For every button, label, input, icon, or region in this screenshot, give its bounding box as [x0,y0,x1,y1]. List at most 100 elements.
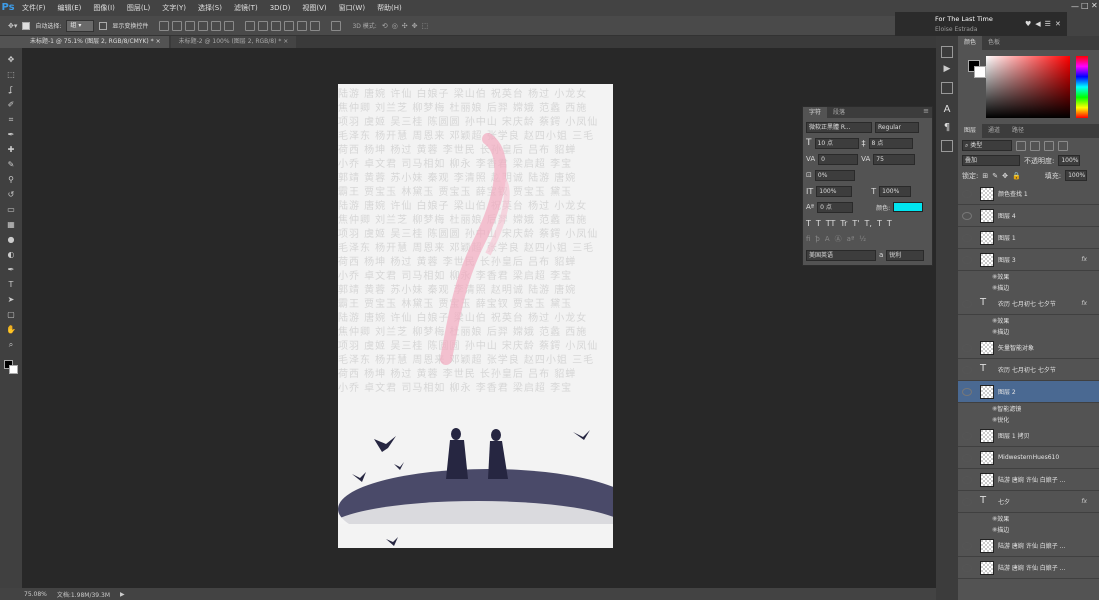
layer-row[interactable]: 陆游 唐婉 许仙 白娘子 ... [958,469,1099,491]
tab-color[interactable]: 颜色 [958,36,983,50]
layer-row[interactable]: T 农历 七月初七 七夕节 fx [958,293,1099,315]
transform-checkbox[interactable] [99,21,108,30]
lock-paint-icon[interactable]: ✎ [992,172,998,180]
fx-icon[interactable]: fx [1081,498,1087,505]
antialias-select[interactable]: 锐利 [886,249,925,261]
tab-character[interactable]: 字符 [803,107,828,118]
layer-row[interactable]: 图层 3 fx [958,249,1099,271]
layer-effect-item[interactable]: ◉ 描边 [958,524,1099,535]
layer-row[interactable]: MidwesternHues610 [958,447,1099,469]
vertical-scale-field[interactable]: 100% [816,185,853,197]
character-panel-icon[interactable]: A [941,104,953,116]
zoom-tool-icon[interactable]: ⌕ [4,338,18,352]
dodge-tool-icon[interactable]: ◐ [4,248,18,262]
opacity-field[interactable]: 100% [1058,155,1081,166]
close-player-icon[interactable]: ✕ [1055,20,1061,28]
text-style-button[interactable]: Tr [840,219,847,228]
distribute-bottom-icon[interactable] [271,20,282,31]
visibility-off-icon[interactable] [962,234,972,242]
align-hcenter-icon[interactable] [211,20,222,31]
history-icon[interactable] [941,46,953,58]
opentype-swash-icon[interactable]: A [825,235,830,243]
visibility-off-icon[interactable] [962,454,972,462]
drag3d-icon[interactable]: ✣ [402,22,408,30]
layer-effect-item[interactable]: ◉ 效果 [958,315,1099,326]
lock-pixels-icon[interactable]: ⊞ [982,172,988,180]
leading-field[interactable]: 8 点 [868,137,913,149]
menu-item[interactable]: 选择(S) [192,0,228,16]
layer-row[interactable]: T 农历 七月初七 七夕节 [958,359,1099,381]
layer-effect-item[interactable]: ◉ 锐化 [958,414,1099,425]
font-size-field[interactable]: 10 点 [814,137,859,149]
volume-icon[interactable]: ◀ [1035,20,1040,28]
align-vcenter-icon[interactable] [172,20,183,31]
tab-doc-1[interactable]: 未标题-1 @ 75.1% (图层 2, RGB/8/CMYK) * × [22,36,169,48]
distribute-hcenter-icon[interactable] [297,20,308,31]
menu-item[interactable]: 文件(F) [16,0,52,16]
layer-row[interactable]: 图层 1 拷贝 [958,425,1099,447]
slide3d-icon[interactable]: ✥ [412,22,418,30]
menu-item[interactable]: 滤镜(T) [228,0,264,16]
horizontal-scale-field[interactable]: 100% [879,185,912,197]
shape-tool-icon[interactable]: ▢ [4,308,18,322]
background-color-swatch[interactable] [974,66,986,78]
status-arrow-icon[interactable]: ▶ [120,591,125,598]
visibility-off-icon[interactable] [962,432,972,440]
auto-select-checkbox[interactable] [22,21,31,30]
actions-icon[interactable]: ▶ [941,64,953,76]
menu-item[interactable]: 帮助(H) [371,0,408,16]
distribute-top-icon[interactable] [245,20,256,31]
menu-item[interactable]: 窗口(W) [333,0,371,16]
tab-swatches[interactable]: 色板 [982,36,1006,50]
blur-tool-icon[interactable]: ● [4,233,18,247]
layer-row[interactable]: 颜色查找 1 [958,183,1099,205]
layer-effect-item[interactable]: ◉ 效果 [958,513,1099,524]
type-tool-icon[interactable]: T [4,278,18,292]
eraser-tool-icon[interactable]: ▭ [4,203,18,217]
fg-bg-swatch[interactable] [4,360,18,374]
layer-effect-item[interactable]: ◉ 智能滤镜 [958,403,1099,414]
visibility-off-icon[interactable] [962,190,972,198]
visibility-off-icon[interactable] [962,300,972,308]
filter-type-icon[interactable] [1044,140,1054,151]
doc-size[interactable]: 文档:1.98M/39.3M [57,590,110,599]
crop-tool-icon[interactable]: ⌗ [4,113,18,127]
lock-move-icon[interactable]: ✥ [1002,172,1008,180]
visibility-off-icon[interactable] [962,498,972,506]
tab-paths[interactable]: 路径 [1006,124,1030,138]
filter-shape-icon[interactable] [1058,140,1068,151]
scale3d-icon[interactable]: ⬚ [422,22,429,30]
adjust-icon[interactable] [941,82,953,94]
quick-select-tool-icon[interactable]: ✐ [4,98,18,112]
panel-menu-icon[interactable]: ≡ [920,107,932,118]
properties-icon[interactable] [941,140,953,152]
zoom-level[interactable]: 75.08% [24,591,47,598]
layer-row[interactable]: 陆游 唐婉 许仙 白娘子 ... [958,535,1099,557]
font-family-select[interactable]: 微软正黑體 R... [806,121,872,133]
text-style-button[interactable]: T' [852,219,859,228]
align-left-icon[interactable] [198,20,209,31]
visibility-off-icon[interactable] [962,542,972,550]
layer-row[interactable]: 矢量智能对象 [958,337,1099,359]
blend-mode-select[interactable]: 叠加 [962,155,1020,166]
fx-icon[interactable]: fx [1081,256,1087,263]
color-field[interactable] [986,56,1070,118]
move-tool-icon[interactable]: ✥▾ [8,22,17,30]
visibility-eye-icon[interactable] [962,388,972,396]
distribute-right-icon[interactable] [310,20,321,31]
language-select[interactable]: 美国英语 [806,249,876,261]
visibility-eye-icon[interactable] [962,212,972,220]
layer-effect-item[interactable]: ◉ 描边 [958,282,1099,293]
fx-icon[interactable]: fx [1081,300,1087,307]
lasso-tool-icon[interactable]: ʆ [4,83,18,97]
pen-tool-icon[interactable]: ✒ [4,263,18,277]
text-style-button[interactable]: T [887,219,892,228]
distribute-vcenter-icon[interactable] [258,20,269,31]
text-color-swatch[interactable] [893,202,924,212]
opentype-titling-icon[interactable]: Ⓐ [835,234,842,244]
tab-layers[interactable]: 图层 [958,124,983,138]
visibility-off-icon[interactable] [962,476,972,484]
filter-adjust-icon[interactable] [1030,140,1040,151]
tab-paragraph[interactable]: 段落 [827,107,851,118]
align-bottom-icon[interactable] [185,20,196,31]
